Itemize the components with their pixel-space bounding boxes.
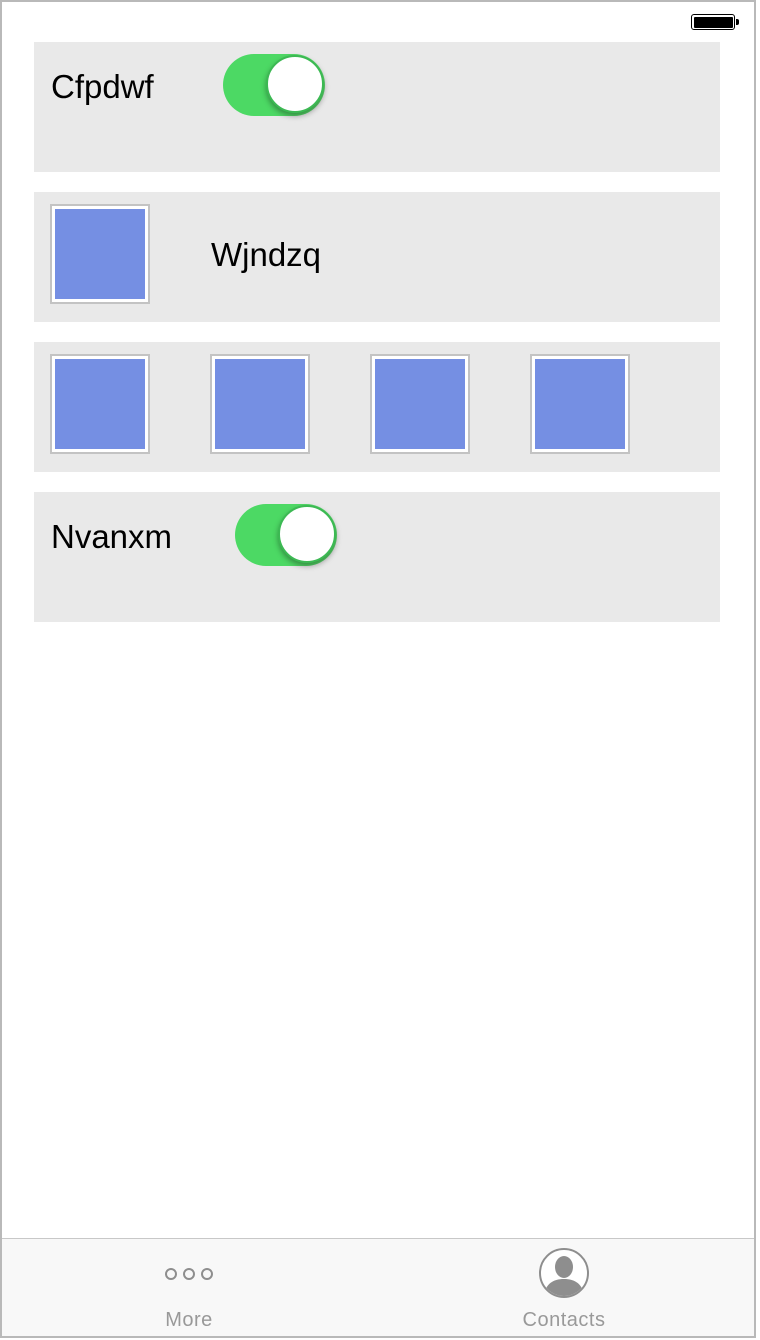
image-placeholder-icon [55,209,145,299]
contacts-icon [539,1248,589,1298]
tab-contacts-label: Contacts [522,1309,606,1331]
tab-contacts[interactable]: Contacts [464,1239,664,1336]
tab-more-label: More [165,1309,213,1331]
toggle-label: Cfpdwf [51,68,154,105]
image-placeholder-icon [535,359,625,449]
image-thumbnail[interactable] [50,204,150,304]
toggle-row-nvanxm: Nvanxm [34,492,720,622]
image-label-row: Wjndzq [34,192,720,322]
toggle-row-cfpdwf: Cfpdwf [34,42,720,172]
image-thumbnail-1[interactable] [50,354,150,454]
image-placeholder-icon [55,359,145,449]
image-grid-row [34,342,720,472]
tab-bar: More Contacts [2,1238,754,1336]
toggle-knob [266,55,324,113]
image-thumbnail-2[interactable] [210,354,310,454]
toggle-switch-nvanxm[interactable] [235,504,337,566]
toggle-knob [278,505,336,563]
app-screen: Cfpdwf Wjndzq Nvanxm More Contacts [0,0,756,1338]
image-thumbnail-4[interactable] [530,354,630,454]
more-dots-icon [89,1267,289,1285]
toggle-label: Nvanxm [51,518,173,555]
image-label: Wjndzq [211,236,322,273]
toggle-switch-cfpdwf[interactable] [223,54,325,116]
image-placeholder-icon [375,359,465,449]
tab-more[interactable]: More [89,1239,289,1336]
image-thumbnail-3[interactable] [370,354,470,454]
image-placeholder-icon [215,359,305,449]
battery-icon [691,14,739,30]
